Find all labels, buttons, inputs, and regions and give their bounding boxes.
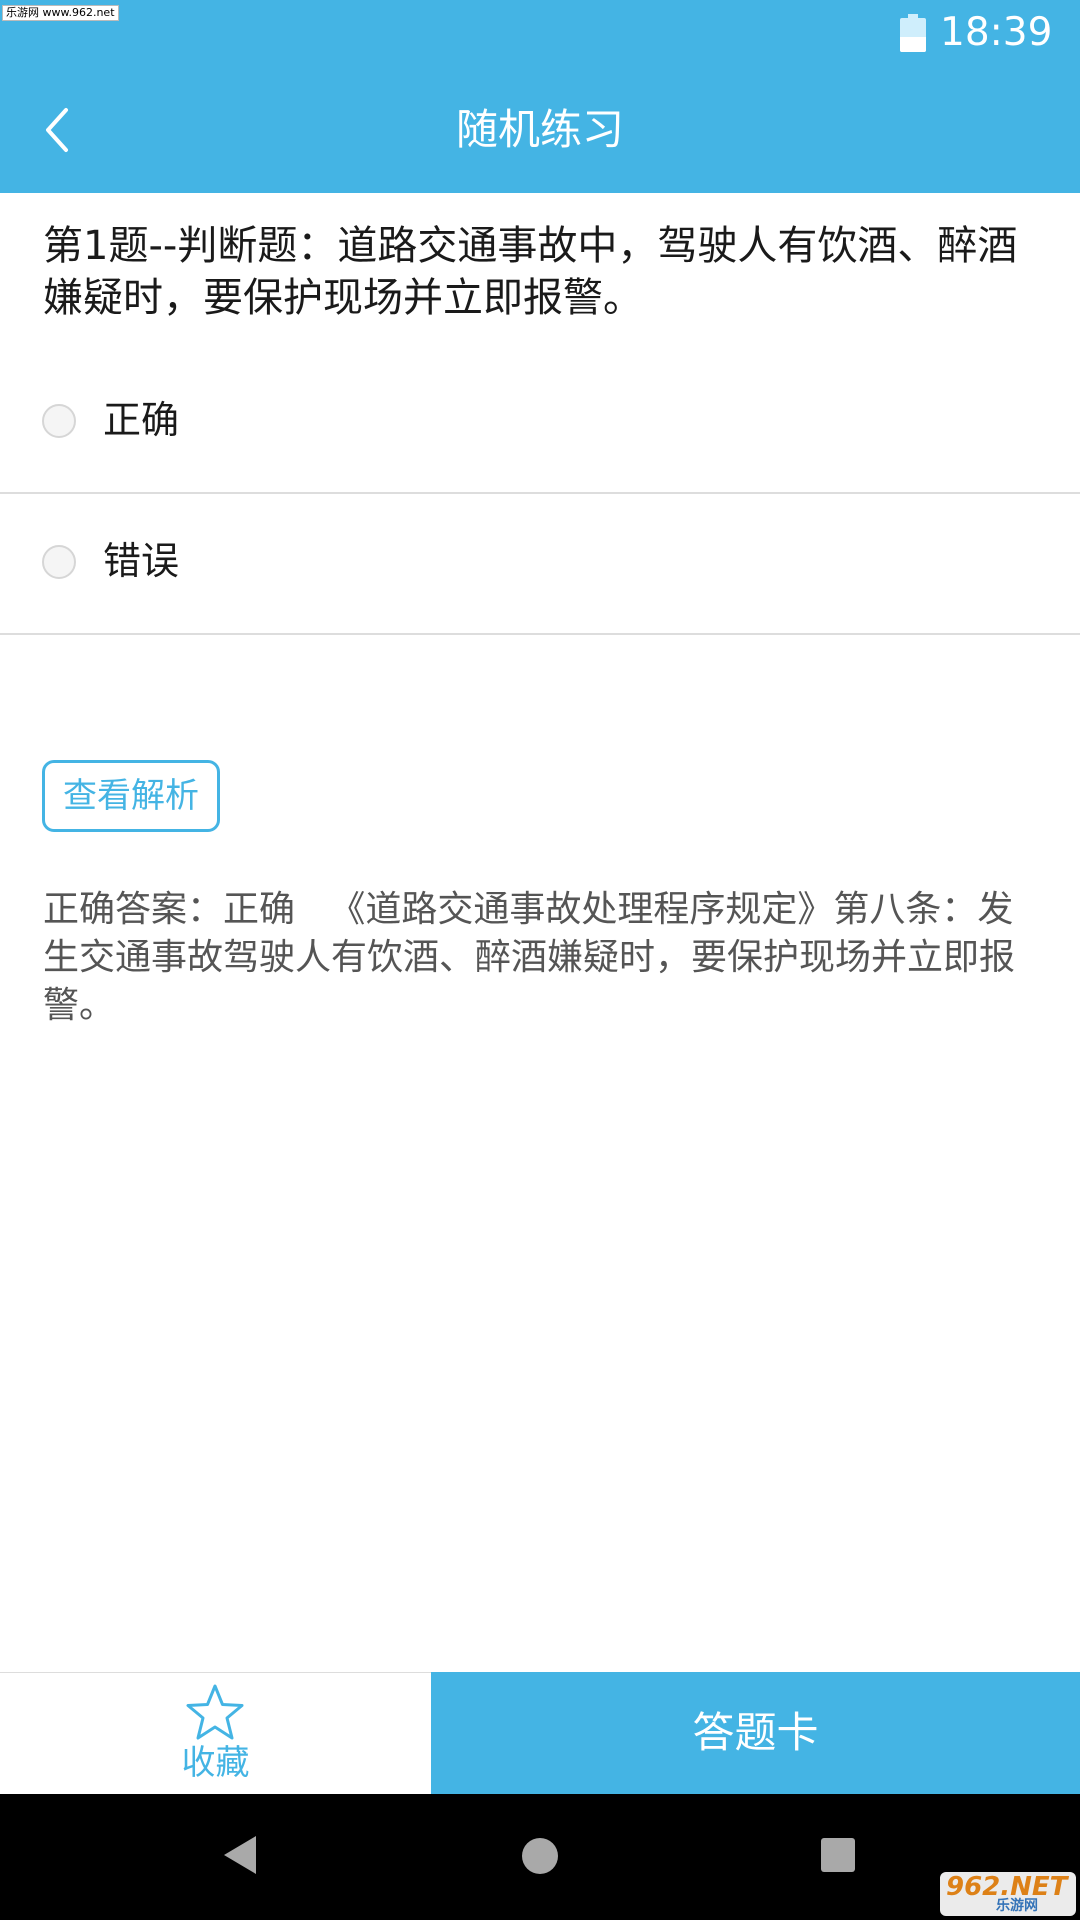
option-wrong[interactable]: 错误	[0, 493, 1080, 635]
battery-icon	[900, 14, 926, 52]
status-time: 18:39	[940, 10, 1053, 55]
option-correct[interactable]: 正确	[0, 352, 1080, 494]
watermark: 乐游网 www.962.net	[2, 5, 119, 21]
nav-home-icon[interactable]	[522, 1838, 558, 1874]
star-icon	[186, 1684, 244, 1740]
radio-icon[interactable]	[42, 545, 76, 579]
favorite-label: 收藏	[181, 1743, 250, 1783]
question-text: 第1题--判断题：道路交通事故中，驾驶人有饮酒、醉酒嫌疑时，要保护现场并立即报警…	[43, 223, 1018, 321]
site-logo-sub: 乐游网	[996, 1898, 1038, 1914]
app-bar: 乐游网 www.962.net 18:39 随机练习	[0, 0, 1080, 193]
option-label: 正确	[103, 398, 180, 442]
bottom-bar: 收藏 答题卡	[0, 1672, 1080, 1794]
system-nav-bar	[0, 1794, 1080, 1920]
answer-explanation: 正确答案：正确 《道路交通事故处理程序规定》第八条：发生交通事故驾驶人有饮酒、醉…	[43, 889, 1016, 1026]
view-analysis-button[interactable]: 查看解析	[42, 760, 220, 832]
radio-icon[interactable]	[42, 404, 76, 438]
site-logo: 962.NET 乐游网	[940, 1872, 1076, 1916]
nav-back-icon[interactable]	[222, 1834, 258, 1876]
favorite-button[interactable]: 收藏	[0, 1672, 431, 1794]
nav-recent-icon[interactable]	[821, 1838, 855, 1872]
page-title: 随机练习	[455, 105, 624, 154]
option-label: 错误	[103, 539, 180, 583]
answer-card-button[interactable]: 答题卡	[431, 1672, 1080, 1794]
